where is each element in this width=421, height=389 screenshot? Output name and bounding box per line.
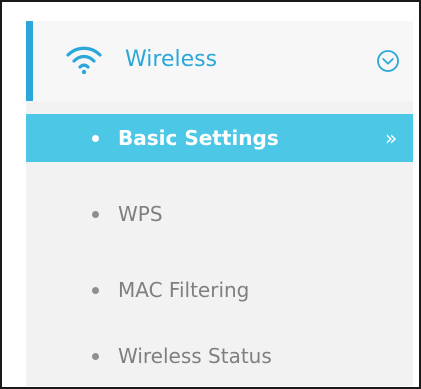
screenshot-frame: Wireless Basic Settings » WPS MAC Filter… — [0, 0, 421, 389]
sidebar-item-label: Basic Settings — [118, 126, 279, 150]
sidebar-item-mac-filtering[interactable]: MAC Filtering — [26, 266, 413, 314]
double-chevron-right-icon: » — [385, 126, 398, 150]
sidebar-item-label: MAC Filtering — [118, 278, 250, 302]
bullet-icon — [92, 211, 99, 218]
bullet-icon — [92, 135, 99, 142]
sidebar-item-label: WPS — [118, 202, 163, 226]
sidebar-item-wps[interactable]: WPS — [26, 190, 413, 238]
chevron-down-circle-icon[interactable] — [376, 49, 400, 73]
bullet-icon — [92, 353, 99, 360]
sidebar-item-basic-settings[interactable]: Basic Settings » — [26, 114, 413, 162]
sidebar-menu: Wireless Basic Settings » WPS MAC Filter… — [26, 21, 413, 386]
section-accent-bar — [26, 21, 33, 101]
bullet-icon — [92, 287, 99, 294]
sidebar-item-label: Wireless Status — [118, 344, 272, 368]
section-title-wireless: Wireless — [125, 47, 218, 72]
wireless-section-header[interactable]: Wireless — [26, 21, 413, 101]
wifi-icon — [66, 46, 102, 75]
sidebar-item-wireless-status[interactable]: Wireless Status — [26, 332, 413, 380]
